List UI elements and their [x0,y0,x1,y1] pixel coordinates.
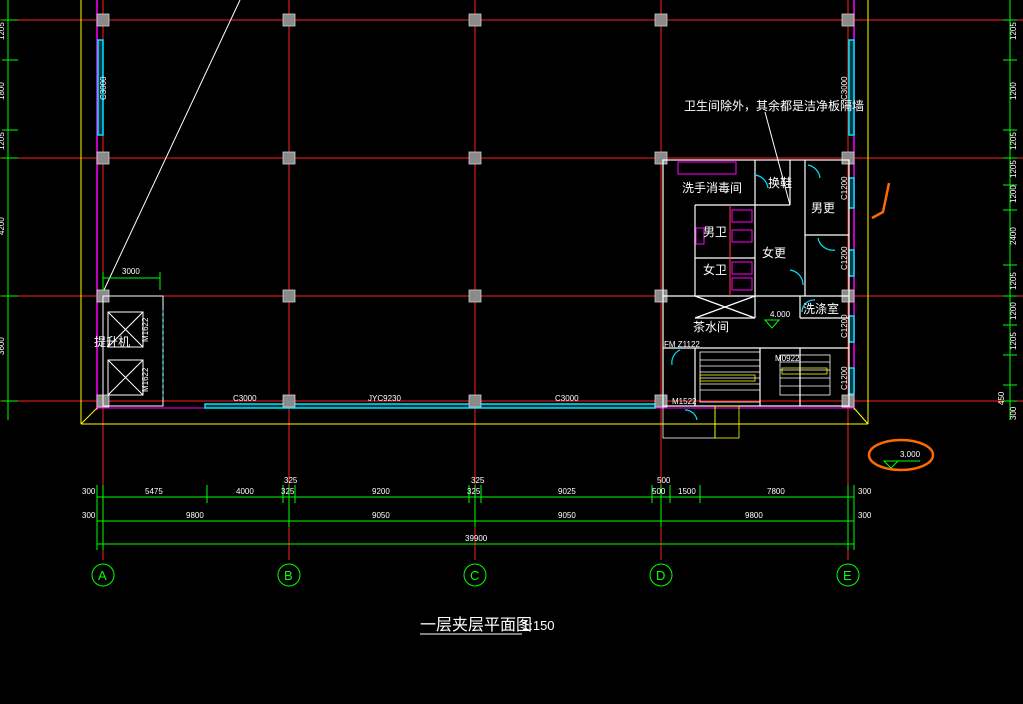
right-dim-5: 1200 [1009,185,1018,203]
left-dim-3: 1205 [0,132,6,150]
dim-top-2: 500 [657,476,671,485]
elevator-shaft [102,295,164,407]
room-shoe-change: 换鞋 [768,175,792,190]
door-tag-m2: M1622 [141,367,150,392]
dim-row1-7: 500 [652,487,666,496]
elevator-label: 提升机 [94,334,130,349]
window-tag-bottom-1: C3000 [233,394,257,403]
room-male-wc: 男卫 [703,225,727,239]
floor-plan-drawing: 提升机 M1622 M1622 3000 C3000 JYC9230 C3000… [0,0,1023,635]
level-marker-inner [763,319,781,329]
right-dim-11: 300 [1009,406,1018,420]
level-outer-label: 3.000 [900,450,921,459]
door-tag-fm: FM Z1122 [664,340,700,349]
leader-line [103,0,241,291]
right-dim-chain [1003,0,1017,420]
dim-row1-1: 5475 [145,487,163,496]
dim-row2-0: 300 [82,511,96,520]
window-tag-r4: C1200 [840,366,849,390]
level-inner-label: 4.000 [770,310,791,319]
door-tag-m4: M1522 [672,397,697,406]
window-tag-left: C3000 [99,76,108,100]
room-handwash: 洗手消毒间 [682,181,742,195]
dim-row2-1: 9800 [186,511,204,520]
drawing-scale: 1:150 [522,618,555,633]
window-tag-r2: C1200 [840,246,849,270]
dim-row1-10: 300 [858,487,872,496]
right-dim-4: 1205 [1009,160,1018,178]
left-dim-chain [2,0,18,420]
window-tag-r3: C1200 [840,314,849,338]
right-dim-9: 1205 [1009,332,1018,350]
room-male-change: 男更 [811,201,835,215]
right-dim-2: 1200 [1009,82,1018,100]
dim-top-1: 325 [471,476,485,485]
level-marker-outer [882,460,900,469]
dim-row2-3: 9050 [558,511,576,520]
right-dim-7: 1205 [1009,272,1018,290]
room-tea: 茶水间 [693,319,729,334]
dim-top-0: 325 [284,476,298,485]
left-dim-2: 1800 [0,82,6,100]
stairs [662,351,831,439]
window-tag-bottom-3: C3000 [555,394,579,403]
axis-label-b: B [284,568,293,583]
right-dim-3: 1205 [1009,132,1018,150]
axis-label-e: E [843,568,852,583]
left-dim-1: 1205 [0,22,6,40]
orange-check-mark [871,182,891,220]
room-female-change: 女更 [762,245,786,260]
left-dim-5: 3600 [0,337,6,355]
door-tag-m1: M1622 [141,317,150,342]
right-dim-1: 1205 [1009,22,1018,40]
room-cleaning: 洗涤室 [803,301,839,316]
ancillary-rooms [662,159,850,407]
window-tag-right: C3000 [840,76,849,100]
left-dim-4: 4200 [0,217,6,235]
dim-row1-2: 4000 [236,487,254,496]
dim-row1-3: 325 [281,487,295,496]
drawing-title: 一层夹层平面图 [420,615,532,634]
dim-row1-9: 7800 [767,487,785,496]
horizontal-grid-lines [0,19,1023,402]
windows [97,39,855,409]
axis-label-c: C [470,568,479,583]
partition-note: 卫生间除外，其余都是洁净板隔墙 [684,98,864,113]
elevator-dim-label: 3000 [122,267,140,276]
dim-row1-4: 9200 [372,487,390,496]
dim-total: 39900 [465,534,488,543]
door-tag-m3: M0922 [775,354,800,363]
dim-row1-0: 300 [82,487,96,496]
axis-label-d: D [656,568,665,583]
window-tag-r1: C1200 [840,176,849,200]
axis-label-a: A [98,568,107,583]
right-dim-6: 2400 [1009,227,1018,245]
dim-row1-8: 1500 [678,487,696,496]
dim-row2-2: 9050 [372,511,390,520]
dim-row1-6: 9025 [558,487,576,496]
dim-row2-4: 9800 [745,511,763,520]
right-dim-10: 450 [997,391,1006,405]
right-dim-8: 1200 [1009,302,1018,320]
window-tag-bottom-2: JYC9230 [368,394,401,403]
dim-row2-5: 300 [858,511,872,520]
room-female-wc: 女卫 [703,262,727,277]
dim-row1-5: 325 [467,487,481,496]
